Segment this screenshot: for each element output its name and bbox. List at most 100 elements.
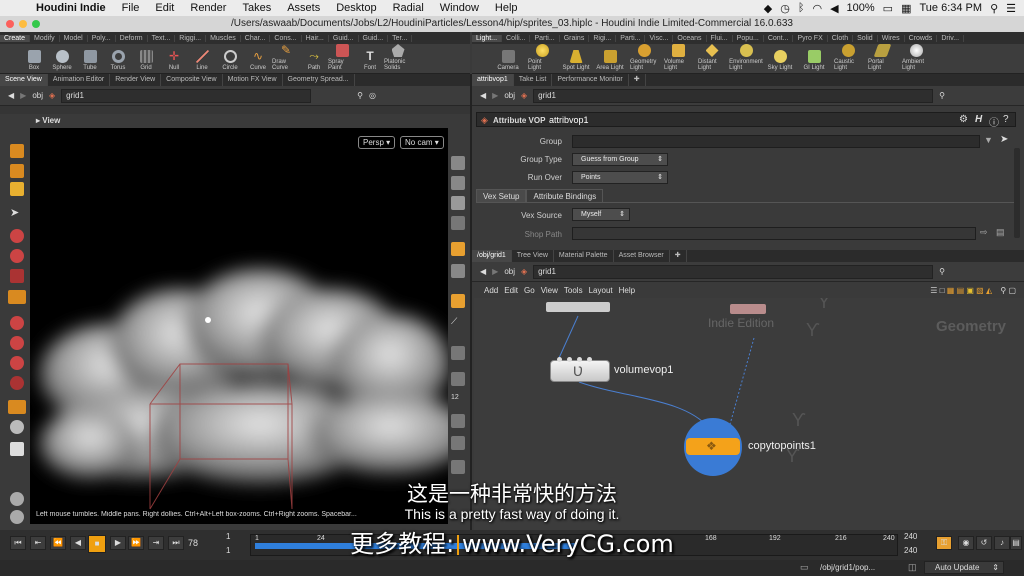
display-options-icon[interactable] xyxy=(451,156,465,170)
zoom-window-button[interactable] xyxy=(32,20,40,28)
shop-path-browse-icon[interactable]: ⇨ xyxy=(980,227,988,238)
help-icon[interactable]: ? xyxy=(1003,114,1009,125)
path-tool[interactable]: ⤳ Path xyxy=(300,50,328,73)
box-tool[interactable]: Box xyxy=(20,50,48,73)
group-type-dropdown[interactable]: Guess from Group ⇕ xyxy=(572,153,668,166)
portal-light-tool[interactable]: Portal Light xyxy=(868,44,896,73)
circle-tool[interactable]: Circle xyxy=(216,50,244,73)
tab-asset-browser[interactable]: Asset Browser xyxy=(614,250,670,262)
pose-tool-icon[interactable] xyxy=(10,182,24,196)
node-name-field[interactable]: attribvop1 xyxy=(549,115,589,125)
vex-source-dropdown[interactable]: Myself ⇕ xyxy=(572,208,630,221)
back-arrow-icon[interactable]: ◀ xyxy=(480,267,486,276)
help-h-icon[interactable]: H xyxy=(975,114,982,125)
menu-desktop[interactable]: Desktop xyxy=(328,2,384,14)
shelf-tab[interactable]: Create xyxy=(0,34,31,42)
shelf-tab[interactable]: Guid... xyxy=(359,34,389,42)
shelf-tab[interactable]: Poly... xyxy=(88,34,116,42)
dropbox-icon[interactable]: ◆ xyxy=(764,2,772,15)
menu-file[interactable]: File xyxy=(114,2,148,14)
numbers-icon[interactable] xyxy=(451,372,465,386)
input-connectors[interactable] xyxy=(557,357,562,362)
shelf-tab[interactable]: Modify xyxy=(30,34,60,42)
copytopoints-node[interactable]: ❖ xyxy=(686,438,740,455)
light-icon[interactable] xyxy=(451,242,465,256)
flag-icon[interactable]: ▦ xyxy=(901,2,911,15)
shelf-tab[interactable]: Wires xyxy=(878,34,905,42)
shelf-tab[interactable]: Flui... xyxy=(707,34,733,42)
shelf-tab[interactable]: Light... xyxy=(472,34,503,42)
tab-tree-view[interactable]: Tree View xyxy=(512,250,554,262)
lock-icon[interactable] xyxy=(451,196,465,210)
font-tool[interactable]: T Font xyxy=(356,50,384,73)
draw-curve-tool[interactable]: ✎ Draw Curve xyxy=(272,44,300,73)
vectors-icon[interactable] xyxy=(451,414,465,428)
close-window-button[interactable] xyxy=(6,20,14,28)
clock-text[interactable]: Tue 6:34 PM xyxy=(919,2,982,14)
image-icon[interactable]: ▧ xyxy=(976,286,984,295)
volumevop-node[interactable]: Ʋ xyxy=(550,357,610,382)
shelf-tab[interactable]: Muscles xyxy=(206,34,241,42)
rotate-tool-icon[interactable] xyxy=(10,249,24,263)
upstream-node-2[interactable] xyxy=(730,304,766,314)
add-tab-icon[interactable]: ✚ xyxy=(670,250,687,262)
gear-icon[interactable]: ⚙ xyxy=(959,114,968,125)
clock-icon[interactable]: ◷ xyxy=(780,2,790,15)
paint-icon[interactable] xyxy=(8,400,26,414)
magnet-icon[interactable] xyxy=(10,376,24,390)
shelf-tab[interactable]: Parti... xyxy=(616,34,646,42)
tab-geometry-spreadsheet[interactable]: Geometry Spread... xyxy=(283,74,355,86)
point-light-tool[interactable]: Point Light xyxy=(528,44,556,73)
run-over-dropdown[interactable]: Points ⇕ xyxy=(572,171,668,184)
menu-edit[interactable]: Edit xyxy=(504,286,518,295)
tab-params[interactable]: attribvop1 xyxy=(472,74,514,86)
area-light-tool[interactable]: Area Light xyxy=(596,50,624,73)
group-dropdown-icon[interactable]: ▼ xyxy=(984,135,993,145)
status-path[interactable]: /obj/grid1/pop... xyxy=(820,563,902,572)
palette-icon[interactable]: ◭ xyxy=(986,286,992,295)
minimize-window-button[interactable] xyxy=(19,20,27,28)
uv-icon[interactable] xyxy=(451,436,465,450)
pin-icon[interactable]: ⚲ xyxy=(939,91,945,100)
search-icon[interactable]: ⚲ xyxy=(990,2,998,15)
pin-icon[interactable]: ⚲ xyxy=(357,91,363,100)
shelf-tab[interactable]: Grains xyxy=(560,34,590,42)
path-node[interactable]: grid1 xyxy=(61,88,312,103)
back-arrow-icon[interactable]: ◀ xyxy=(480,91,486,100)
ghost-icon[interactable] xyxy=(451,176,465,190)
zoom-icon[interactable]: ⚲ xyxy=(1000,286,1006,295)
points-icon[interactable] xyxy=(451,346,465,360)
menu-view[interactable]: View xyxy=(541,286,558,295)
layout-icon[interactable]: ▤ xyxy=(957,286,965,295)
handle-tool-icon[interactable] xyxy=(10,164,24,178)
path-obj[interactable]: obj xyxy=(32,91,43,100)
caustic-light-tool[interactable]: Caustic Light xyxy=(834,44,862,73)
move-tool-icon[interactable] xyxy=(10,229,24,243)
snap-icon[interactable] xyxy=(10,356,24,370)
wifi-icon[interactable]: ◠ xyxy=(812,2,822,15)
render-region-icon[interactable] xyxy=(10,420,24,434)
transform-icon[interactable] xyxy=(10,316,24,330)
shelf-tab[interactable]: Cons... xyxy=(270,34,302,42)
menu-window[interactable]: Window xyxy=(432,2,487,14)
shelf-tab[interactable]: Hair... xyxy=(302,34,329,42)
null-tool[interactable]: ✛ Null xyxy=(160,50,188,73)
volume-icon[interactable]: ◀ xyxy=(830,2,838,15)
menu-help[interactable]: Help xyxy=(487,2,526,14)
menu-assets[interactable]: Assets xyxy=(279,2,328,14)
menu-radial[interactable]: Radial xyxy=(385,2,432,14)
menu-edit[interactable]: Edit xyxy=(147,2,182,14)
disk-icon[interactable]: ▭ xyxy=(800,562,809,573)
camera-tool[interactable]: Camera xyxy=(494,50,522,73)
back-arrow-icon[interactable]: ◀ xyxy=(8,91,14,100)
visualizer-icon[interactable] xyxy=(451,294,465,308)
grid-tool[interactable]: Grid xyxy=(132,50,160,73)
shelf-tab[interactable]: Cont... xyxy=(764,34,794,42)
sky-light-tool[interactable]: Sky Light xyxy=(766,50,794,73)
snapshot-icon[interactable] xyxy=(451,460,465,474)
scene-viewport[interactable]: ▸ View Persp ▾ No cam ▾ Left mouse tumbl… xyxy=(30,114,448,524)
shelf-tab[interactable]: Oceans xyxy=(673,34,707,42)
prim-numbers-icon[interactable]: 12 xyxy=(451,394,465,408)
shelf-tab[interactable]: Guid... xyxy=(329,34,359,42)
tab-animation-editor[interactable]: Animation Editor xyxy=(48,74,111,86)
